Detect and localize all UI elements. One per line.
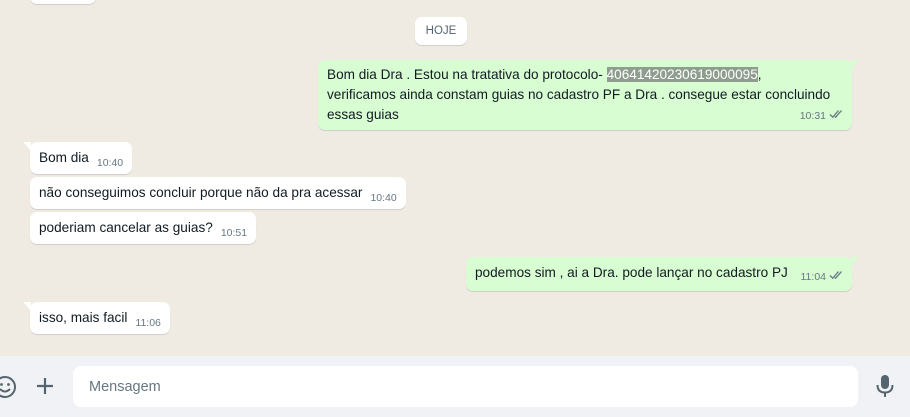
microphone-icon[interactable]: [874, 373, 896, 399]
date-separator-label: HOJE: [425, 25, 457, 37]
chat-panel: HOJE Bom dia Dra . Estou na tratativa do…: [0, 0, 910, 356]
bubble-tail: [23, 302, 31, 311]
message-bubble-incoming[interactable]: não conseguimos concluir porque não da p…: [30, 177, 406, 209]
message-text: poderiam cancelar as guias?: [39, 220, 213, 235]
message-input-placeholder: Mensagem: [89, 378, 161, 395]
message-input[interactable]: Mensagem: [73, 366, 858, 407]
message-text-line: verificamos ainda constam guias no cadas…: [327, 87, 831, 102]
message-bubble-incoming[interactable]: isso, mais facil 11:06: [23, 302, 170, 334]
message-bubble-incoming[interactable]: Bom dia 10:40: [23, 142, 133, 174]
message-time: 10:40: [370, 192, 397, 204]
message-text: Bom dia: [39, 150, 89, 165]
message-meta: 10:31: [800, 106, 844, 126]
message-text: podemos sim , ai a Dra. pode lançar no c…: [475, 265, 788, 280]
bubble-tail: [851, 60, 859, 69]
message-composer: Mensagem: [0, 356, 910, 417]
message-bubble-incoming[interactable]: poderiam cancelar as guias? 10:51: [30, 212, 257, 244]
message-text: não conseguimos concluir porque não da p…: [39, 185, 363, 200]
previous-message-bubble[interactable]: [30, 0, 96, 4]
bubble-tail: [851, 257, 859, 266]
message-bubble-outgoing[interactable]: Bom dia Dra . Estou na tratativa do prot…: [318, 60, 859, 130]
message-time: 11:04: [800, 271, 827, 283]
double-check-icon: [829, 106, 844, 126]
message-time: 10:40: [96, 157, 124, 169]
double-check-icon: [829, 267, 844, 287]
bubble-tail: [23, 142, 31, 151]
plus-icon[interactable]: [33, 374, 57, 398]
message-meta: 11:04: [801, 267, 845, 287]
message-time: 11:06: [135, 317, 161, 329]
message-text-line: essas guias: [327, 107, 399, 122]
message-time: 10:31: [799, 110, 826, 122]
message-text: isso, mais facil: [39, 310, 128, 325]
message-text: Bom dia Dra . Estou na tratativa do prot…: [327, 67, 762, 82]
message-bubble-outgoing[interactable]: podemos sim , ai a Dra. pode lançar no c…: [466, 257, 859, 291]
message-time: 10:51: [220, 227, 248, 239]
highlighted-protocol-number: 40641420230619000095: [606, 67, 758, 82]
emoji-icon[interactable]: [0, 374, 18, 400]
date-separator: HOJE: [415, 17, 467, 45]
